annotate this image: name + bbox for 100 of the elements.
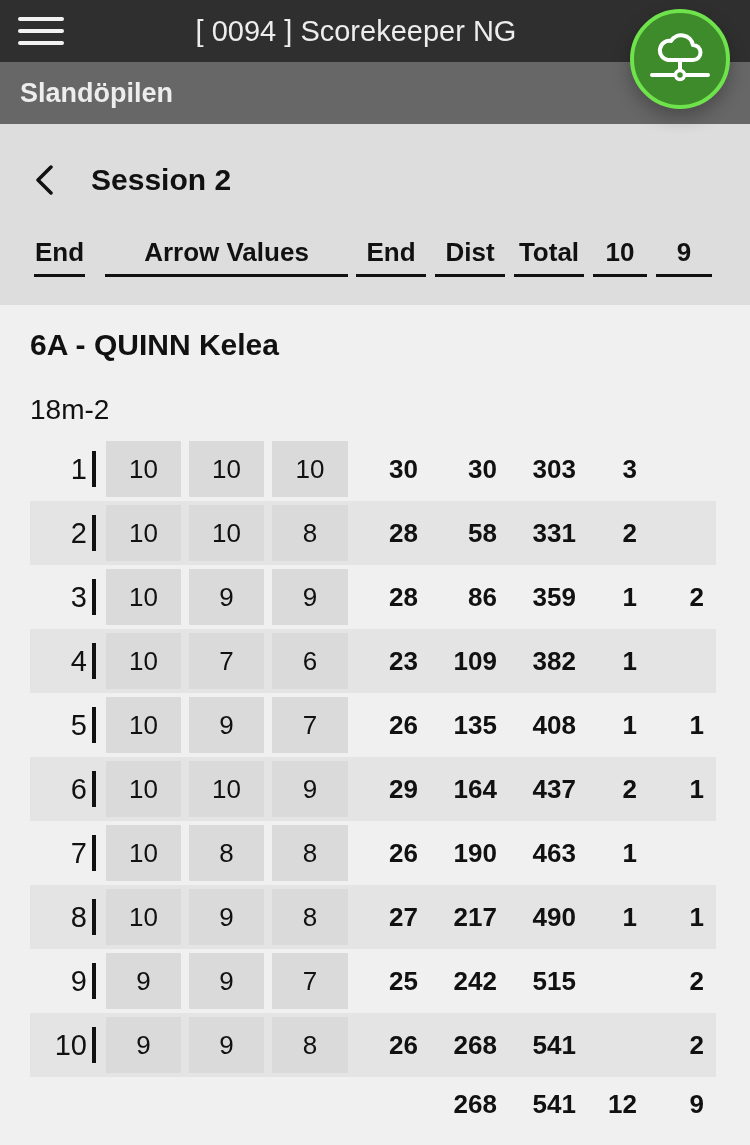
- table-cell-text: 515: [531, 965, 577, 998]
- arrow-score-cell[interactable]: 10: [106, 633, 181, 689]
- arrow-score-cell[interactable]: 10: [106, 441, 181, 497]
- end-number: 8: [69, 900, 87, 935]
- arrow-score-cell[interactable]: 10: [106, 825, 181, 881]
- table-cell-text: 490: [531, 901, 577, 934]
- column-header: 10: [593, 232, 647, 277]
- arrow-score-cell[interactable]: 9: [189, 1017, 264, 1073]
- table-cell-text: 27: [388, 901, 419, 934]
- table-cell-text: 541: [531, 1029, 577, 1062]
- arrow-score-cell[interactable]: 9: [189, 569, 264, 625]
- column-header: Dist: [435, 232, 505, 277]
- arrow-score-cell[interactable]: 9: [106, 1017, 181, 1073]
- arrow-score-cell[interactable]: 10: [106, 889, 181, 945]
- end-number: 3: [69, 580, 87, 615]
- table-cell-text: 541: [531, 1088, 577, 1121]
- end-number: 4: [69, 644, 87, 679]
- arrow-score-cell[interactable]: 8: [272, 825, 348, 881]
- table-cell-text: 23: [388, 645, 419, 678]
- table-cell-text: 217: [452, 901, 498, 934]
- table-cell-text: 164: [452, 773, 498, 806]
- arrow-score-cell[interactable]: 8: [272, 1017, 348, 1073]
- arrow-score-cell[interactable]: 7: [189, 633, 264, 689]
- table-cell-text: 2: [688, 581, 705, 614]
- arrow-score-cell[interactable]: 10: [106, 761, 181, 817]
- table-cell-text: 3: [621, 453, 638, 486]
- column-header: Arrow Values: [105, 232, 348, 277]
- table-cell-text: 29: [388, 773, 419, 806]
- table-cell-text: 28: [388, 581, 419, 614]
- end-number: 1: [69, 452, 87, 487]
- table-cell-text: 408: [531, 709, 577, 742]
- arrow-score-cell[interactable]: 9: [272, 569, 348, 625]
- table-cell-text: 135: [452, 709, 498, 742]
- table-cell-text: 463: [531, 837, 577, 870]
- end-number: 10: [53, 1028, 87, 1063]
- table-cell-text: 2: [621, 773, 638, 806]
- arrow-score-cell[interactable]: 10: [189, 505, 264, 561]
- arrow-score-cell[interactable]: 8: [272, 889, 348, 945]
- session-title: Session 2: [91, 162, 232, 198]
- table-cell-text: 190: [452, 837, 498, 870]
- table-cell-text: 268: [452, 1029, 498, 1062]
- end-number: 2: [69, 516, 87, 551]
- table-cell-text: 1: [688, 773, 705, 806]
- column-header: End: [356, 232, 426, 277]
- table-cell-text: 303: [531, 453, 577, 486]
- table-cell-text: 268: [452, 1088, 498, 1121]
- arrow-score-cell[interactable]: 9: [106, 953, 181, 1009]
- end-number: 5: [69, 708, 87, 743]
- table-cell-text: 437: [531, 773, 577, 806]
- table-cell-text: 12: [607, 1088, 638, 1121]
- table-cell-text: 58: [467, 517, 498, 550]
- arrow-score-cell[interactable]: 9: [189, 953, 264, 1009]
- back-icon[interactable]: [33, 165, 55, 195]
- arrow-score-cell[interactable]: 10: [106, 569, 181, 625]
- end-number: 6: [69, 772, 87, 807]
- archer-name: 6A - QUINN Kelea: [30, 327, 279, 363]
- arrow-score-cell[interactable]: 9: [189, 697, 264, 753]
- table-cell-text: 331: [531, 517, 577, 550]
- end-number: 7: [69, 836, 87, 871]
- arrow-score-cell[interactable]: 10: [106, 505, 181, 561]
- table-cell-text: 382: [531, 645, 577, 678]
- table-cell-text: 25: [388, 965, 419, 998]
- table-cell-text: 28: [388, 517, 419, 550]
- arrow-score-cell[interactable]: 8: [272, 505, 348, 561]
- arrow-score-cell[interactable]: 10: [189, 761, 264, 817]
- table-cell-text: 109: [452, 645, 498, 678]
- table-cell-text: 1: [621, 645, 638, 678]
- distance-label: 18m-2: [30, 393, 110, 427]
- arrow-score-cell[interactable]: 10: [106, 697, 181, 753]
- app-title: [ 0094 ] Scorekeeper NG: [195, 14, 517, 49]
- table-cell-text: 2: [621, 517, 638, 550]
- arrow-score-cell[interactable]: 8: [189, 825, 264, 881]
- column-header: Total: [514, 232, 584, 277]
- column-header: 9: [656, 232, 712, 277]
- column-header: End: [34, 232, 85, 277]
- table-cell-text: 30: [388, 453, 419, 486]
- table-cell-text: 1: [621, 901, 638, 934]
- arrow-score-cell[interactable]: 10: [189, 441, 264, 497]
- table-cell-text: 26: [388, 709, 419, 742]
- arrow-score-cell[interactable]: 10: [272, 441, 348, 497]
- table-cell-text: 242: [452, 965, 498, 998]
- arrow-score-cell[interactable]: 7: [272, 697, 348, 753]
- table-cell-text: 2: [688, 1029, 705, 1062]
- table-cell-text: 1: [621, 581, 638, 614]
- arrow-score-cell[interactable]: 7: [272, 953, 348, 1009]
- table-cell-text: 9: [688, 1088, 705, 1121]
- arrow-score-cell[interactable]: 9: [189, 889, 264, 945]
- table-cell-text: 1: [621, 709, 638, 742]
- table-cell-text: 2: [688, 965, 705, 998]
- table-cell-text: 26: [388, 837, 419, 870]
- table-cell-text: 26: [388, 1029, 419, 1062]
- arrow-score-cell[interactable]: 6: [272, 633, 348, 689]
- subheader-title: Slandöpilen: [20, 77, 173, 110]
- table-cell-text: 1: [688, 709, 705, 742]
- table-cell-text: 30: [467, 453, 498, 486]
- table-cell-text: 1: [621, 837, 638, 870]
- table-cell-text: 1: [688, 901, 705, 934]
- arrow-score-cell[interactable]: 9: [272, 761, 348, 817]
- table-cell-text: 86: [467, 581, 498, 614]
- end-number: 9: [69, 964, 87, 999]
